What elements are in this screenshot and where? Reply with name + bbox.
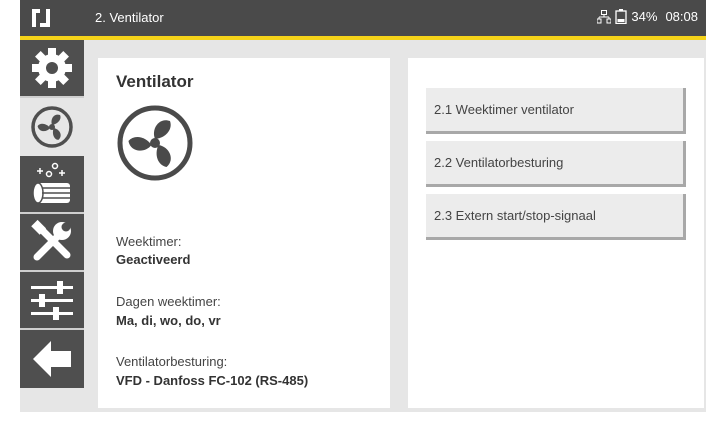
clock: 08:08 <box>665 9 698 24</box>
weektimer-label: Weektimer: <box>116 234 182 249</box>
heater-icon <box>32 162 70 204</box>
sidebar-item-fan[interactable] <box>20 98 84 156</box>
info-panel: Ventilator Weektimer: Geactiveerd Dagen … <box>98 58 390 408</box>
menu-item-weektimer[interactable]: 2.1 Weektimer ventilator <box>426 88 686 134</box>
device-screen: 2. Ventilator 34% 08:08 Ventilator Weekt… <box>20 0 706 412</box>
network-icon <box>597 9 612 23</box>
sliders-icon <box>31 281 73 320</box>
back-arrow-icon <box>33 341 71 377</box>
sidebar-item-heater[interactable] <box>20 156 84 214</box>
page-title: 2. Ventilator <box>95 10 164 25</box>
fan-large-icon <box>117 105 193 181</box>
menu-item-label: 2.1 Weektimer ventilator <box>434 102 574 117</box>
sidebar-item-settings[interactable] <box>20 40 84 98</box>
days-value: Ma, di, wo, do, vr <box>116 313 221 328</box>
sidebar-item-tools[interactable] <box>20 214 84 272</box>
panel-title: Ventilator <box>116 72 194 91</box>
battery-level: 34% <box>631 9 658 24</box>
control-label: Ventilatorbesturing: <box>116 354 228 369</box>
accent-bar <box>20 36 706 40</box>
battery-icon <box>615 9 628 24</box>
fan-icon <box>31 106 73 148</box>
gear-icon <box>32 48 72 88</box>
top-bar: 2. Ventilator 34% 08:08 <box>20 0 706 36</box>
brand-logo-icon <box>32 9 50 27</box>
menu-item-external-signal[interactable]: 2.3 Extern start/stop-signaal <box>426 194 686 240</box>
menu-item-label: 2.3 Extern start/stop-signaal <box>434 208 596 223</box>
control-value: VFD - Danfoss FC-102 (RS-485) <box>116 373 309 388</box>
back-button[interactable] <box>20 330 84 388</box>
menu-item-label: 2.2 Ventilatorbesturing <box>434 155 564 170</box>
menu-item-fan-control[interactable]: 2.2 Ventilatorbesturing <box>426 141 686 187</box>
sidebar <box>20 40 84 412</box>
days-label: Dagen weektimer: <box>116 294 221 309</box>
weektimer-value: Geactiveerd <box>116 252 191 267</box>
tools-icon <box>31 219 71 261</box>
status-area: 34% 08:08 <box>597 9 706 24</box>
sidebar-item-sliders[interactable] <box>20 272 84 330</box>
menu-panel: 2.1 Weektimer ventilator 2.2 Ventilatorb… <box>408 58 704 408</box>
